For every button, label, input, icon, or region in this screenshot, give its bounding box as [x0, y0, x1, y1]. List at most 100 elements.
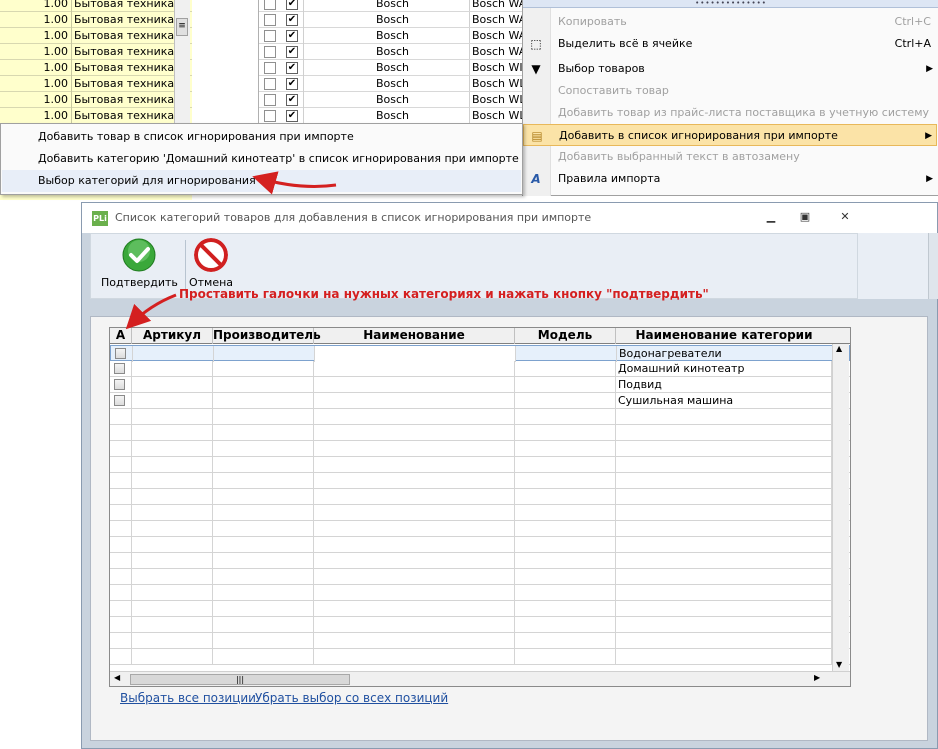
- grid-cell[interactable]: [213, 617, 314, 633]
- checkbox-cell[interactable]: [110, 473, 132, 489]
- grid-cell[interactable]: [213, 505, 314, 521]
- grid-cell[interactable]: [516, 346, 617, 362]
- grid-cell[interactable]: [314, 633, 515, 649]
- confirm-button[interactable]: Подтвердить: [101, 238, 178, 289]
- empty-table-row[interactable]: [110, 409, 850, 425]
- grid-cell[interactable]: [132, 361, 213, 377]
- grid-cell[interactable]: [314, 585, 515, 601]
- grid-cell[interactable]: [132, 505, 213, 521]
- grid-cell[interactable]: [314, 521, 515, 537]
- grid-cell[interactable]: [213, 489, 314, 505]
- checkbox-cell[interactable]: [110, 409, 132, 425]
- grid-cell[interactable]: [132, 489, 213, 505]
- row-checkbox[interactable]: [115, 348, 126, 359]
- column-header-category[interactable]: Наименование категории: [616, 328, 832, 344]
- category-cell[interactable]: Водонагреватели: [617, 346, 833, 362]
- table-row[interactable]: ✔BoschBosch WLX: [259, 92, 523, 108]
- grid-cell[interactable]: [132, 617, 213, 633]
- scroll-thumb[interactable]: |||: [130, 674, 350, 685]
- column-header-manufacturer[interactable]: Производитель: [213, 328, 321, 344]
- row-checkbox[interactable]: [264, 46, 276, 58]
- grid-cell[interactable]: [213, 473, 314, 489]
- grid-cell[interactable]: [133, 346, 214, 362]
- grid-cell[interactable]: [132, 585, 213, 601]
- grid-cell[interactable]: [515, 505, 616, 521]
- grid-cell[interactable]: [132, 377, 213, 393]
- grid-cell[interactable]: [132, 457, 213, 473]
- submenu-item-add-category[interactable]: Добавить категорию 'Домашний кинотеатр' …: [2, 148, 521, 170]
- grid-cell[interactable]: [515, 473, 616, 489]
- grid-cell[interactable]: [616, 537, 832, 553]
- grid-cell[interactable]: [132, 553, 213, 569]
- checkbox-cell[interactable]: [110, 649, 132, 665]
- grid-cell[interactable]: [213, 521, 314, 537]
- grid-cell[interactable]: [213, 553, 314, 569]
- grid-cell[interactable]: [132, 569, 213, 585]
- grid-cell[interactable]: [515, 489, 616, 505]
- horizontal-scrollbar[interactable]: ◀ ||| ▶: [110, 671, 850, 686]
- checkbox-cell[interactable]: [110, 585, 132, 601]
- grid-cell[interactable]: [515, 569, 616, 585]
- category-cell[interactable]: Сушильная машина: [616, 393, 832, 409]
- grid-cell[interactable]: [132, 393, 213, 409]
- grid-cell[interactable]: [314, 537, 515, 553]
- row-checkbox[interactable]: [264, 94, 276, 106]
- grid-cell[interactable]: [314, 425, 515, 441]
- row-checkbox[interactable]: [264, 14, 276, 26]
- grid-cell[interactable]: [616, 601, 832, 617]
- checked-checkbox[interactable]: ✔: [286, 14, 298, 26]
- menu-item-add-to-ignore[interactable]: ▤ Добавить в список игнорирования при им…: [523, 124, 937, 146]
- grid-cell[interactable]: [314, 409, 515, 425]
- empty-table-row[interactable]: [110, 649, 850, 665]
- grid-cell[interactable]: [315, 346, 516, 362]
- grid-cell[interactable]: [314, 649, 515, 665]
- table-row[interactable]: Подвид: [110, 377, 850, 393]
- row-checkbox[interactable]: [264, 78, 276, 90]
- row-checkbox[interactable]: [114, 379, 125, 390]
- grid-cell[interactable]: [314, 457, 515, 473]
- table-row[interactable]: ✔BoschBosch WLX: [259, 76, 523, 92]
- grid-cell[interactable]: [213, 361, 314, 377]
- grid-cell[interactable]: [132, 649, 213, 665]
- grid-cell[interactable]: [213, 633, 314, 649]
- grid-cell[interactable]: [132, 521, 213, 537]
- grid-cell[interactable]: [213, 377, 314, 393]
- table-row[interactable]: ✔BoschBosch WIS: [259, 60, 523, 76]
- grid-cell[interactable]: [515, 633, 616, 649]
- grid-cell[interactable]: [515, 409, 616, 425]
- checkbox-cell[interactable]: [110, 425, 132, 441]
- grid-cell[interactable]: [515, 649, 616, 665]
- checkbox-cell[interactable]: [110, 537, 132, 553]
- grid-cell[interactable]: [616, 425, 832, 441]
- grid-cell[interactable]: [314, 553, 515, 569]
- category-cell[interactable]: Подвид: [616, 377, 832, 393]
- grid-cell[interactable]: [314, 617, 515, 633]
- checked-checkbox[interactable]: ✔: [286, 110, 298, 122]
- grid-cell[interactable]: [616, 617, 832, 633]
- grid-cell[interactable]: [213, 425, 314, 441]
- checkbox-cell[interactable]: [110, 617, 132, 633]
- scroll-down-icon[interactable]: ▼: [836, 660, 842, 669]
- grid-cell[interactable]: [515, 361, 616, 377]
- grid-cell[interactable]: [616, 633, 832, 649]
- empty-table-row[interactable]: [110, 425, 850, 441]
- grid-cell[interactable]: [515, 441, 616, 457]
- checked-checkbox[interactable]: ✔: [286, 0, 298, 10]
- maximize-icon[interactable]: ▣: [792, 208, 818, 228]
- grid-cell[interactable]: [314, 377, 515, 393]
- deselect-all-link[interactable]: Убрать выбор со всех позиций: [255, 691, 448, 705]
- grid-cell[interactable]: [213, 393, 314, 409]
- category-cell[interactable]: Домашний кинотеатр: [616, 361, 832, 377]
- row-checkbox[interactable]: [114, 395, 125, 406]
- checkbox-cell[interactable]: [110, 601, 132, 617]
- empty-table-row[interactable]: [110, 537, 850, 553]
- grid-cell[interactable]: [213, 585, 314, 601]
- checkbox-cell[interactable]: [110, 393, 132, 409]
- dialog-titlebar[interactable]: PLi Список категорий товаров для добавле…: [82, 203, 937, 233]
- checked-checkbox[interactable]: ✔: [286, 94, 298, 106]
- empty-table-row[interactable]: [110, 569, 850, 585]
- empty-table-row[interactable]: [110, 489, 850, 505]
- select-all-link[interactable]: Выбрать все позиции: [120, 691, 256, 705]
- empty-table-row[interactable]: [110, 601, 850, 617]
- grid-cell[interactable]: [314, 489, 515, 505]
